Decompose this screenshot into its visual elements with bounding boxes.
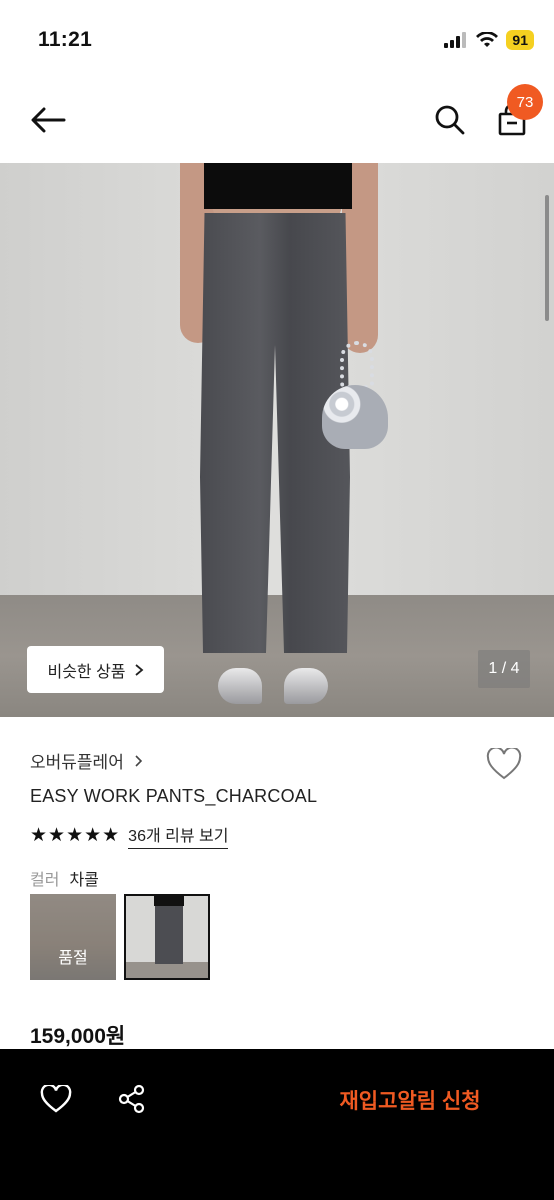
chevron-right-icon [135, 754, 142, 767]
image-page-indicator: 1 / 4 [478, 650, 530, 688]
status-time: 11:21 [38, 28, 93, 51]
selected-color: 차콜 [69, 872, 99, 889]
heart-icon [486, 748, 522, 780]
model-shoe-right [284, 668, 328, 704]
product-title: EASY WORK PANTS_CHARCOAL [30, 786, 318, 806]
swatch-floor [126, 962, 208, 978]
top-navigation [0, 80, 554, 162]
cart-count-badge: 73 [507, 84, 543, 120]
reviews-link[interactable]: 36개 리뷰 보기 [128, 822, 229, 849]
battery-indicator: 91 [506, 30, 534, 50]
beaded-bag-handle [340, 341, 374, 389]
brand-link[interactable]: 오버듀플레어 [30, 748, 143, 773]
beaded-bag [322, 385, 388, 449]
swatch-pants [155, 906, 183, 964]
color-row: 컬러 차콜 [30, 866, 99, 890]
share-icon [118, 1084, 145, 1114]
color-label: 컬러 [30, 872, 60, 889]
scroll-indicator[interactable] [545, 195, 549, 321]
similar-products-button[interactable]: 비슷한 상품 [27, 646, 164, 693]
back-button[interactable] [26, 100, 70, 140]
product-image[interactable] [0, 163, 554, 717]
bottom-wishlist-button[interactable] [36, 1079, 76, 1119]
wifi-icon [476, 32, 499, 47]
product-price: 159,000원 [30, 1025, 126, 1048]
search-icon [435, 105, 465, 135]
restock-alert-button[interactable]: 재입고알림 신청 [300, 1079, 520, 1121]
color-swatch-charcoal[interactable] [124, 894, 210, 980]
share-button[interactable] [112, 1079, 152, 1119]
star-rating: ★★★★★ [30, 825, 121, 846]
soldout-label: 품절 [58, 950, 88, 967]
status-icons: 91 [444, 30, 534, 50]
back-arrow-icon [31, 107, 66, 133]
brand-name: 오버듀플레어 [30, 753, 124, 772]
search-button[interactable] [428, 98, 472, 142]
bottom-action-bar: 재입고알림 신청 [0, 1049, 554, 1200]
model-shoe-left [218, 668, 262, 704]
model-top [204, 163, 352, 209]
status-bar: 11:21 91 [0, 0, 554, 80]
heart-icon [40, 1085, 72, 1113]
swatch-top [154, 896, 184, 906]
chevron-right-icon [134, 663, 143, 676]
wishlist-button[interactable] [484, 744, 524, 784]
similar-products-label: 비슷한 상품 [47, 663, 126, 681]
rating-row: ★★★★★ 36개 리뷰 보기 [30, 822, 229, 849]
signal-icon [444, 32, 467, 48]
color-swatch-beige[interactable]: 품절 [30, 894, 116, 980]
